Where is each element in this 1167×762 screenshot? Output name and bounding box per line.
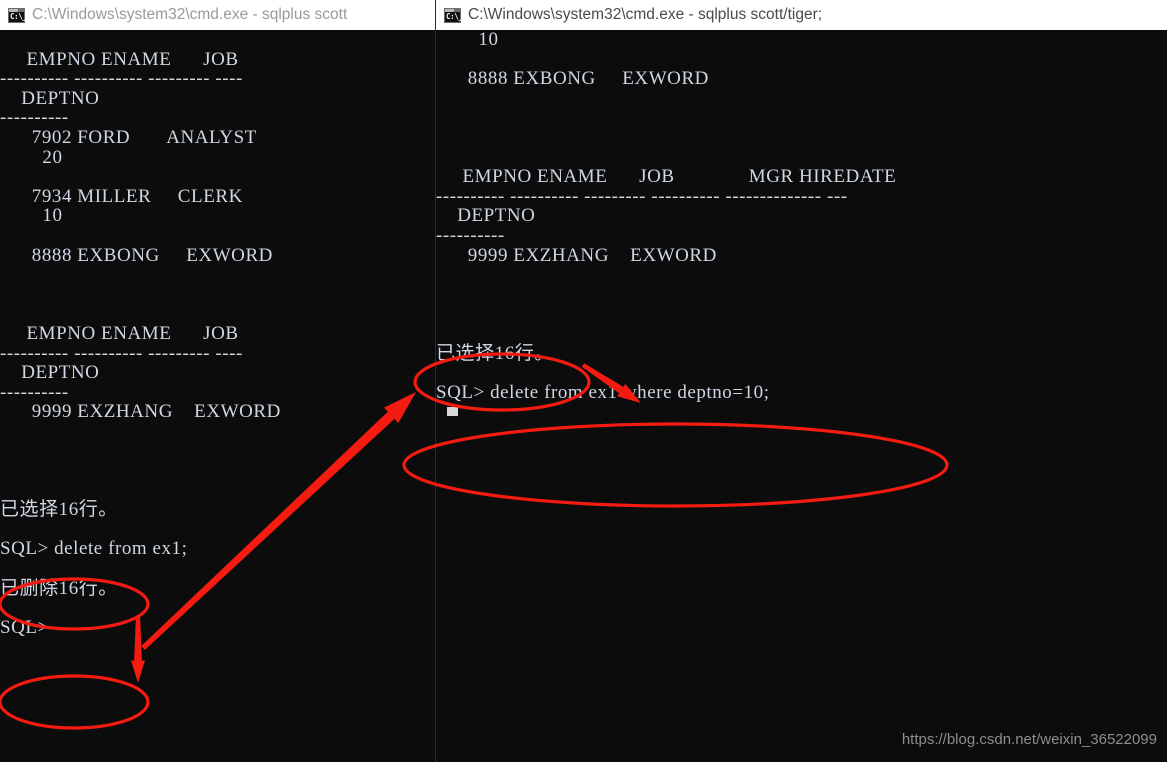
console-left-line: 9999 EXZHANG EXWORD: [0, 401, 281, 423]
console-right-line: [436, 304, 1167, 324]
console-left-line: SQL>: [0, 616, 49, 638]
window-right-cmd[interactable]: C:\_ C:\Windows\system32\cmd.exe - sqlpl…: [435, 0, 1167, 762]
titlebar-left[interactable]: C:\_ C:\Windows\system32\cmd.exe - sqlpl…: [0, 0, 436, 30]
console-right-line: ----------: [436, 224, 505, 246]
console-right-line: [436, 265, 1167, 285]
console-left-line: [0, 598, 436, 618]
console-left-line: 7902 FORD ANALYST: [0, 126, 257, 148]
watermark-url: https://blog.csdn.net/weixin_36522099: [901, 731, 1157, 748]
console-left-line: 10: [0, 205, 63, 227]
console-left-line: DEPTNO: [0, 87, 100, 109]
console-left-line: ----------: [0, 107, 69, 129]
console-right-line: [436, 128, 1167, 148]
console-right-line: DEPTNO: [436, 205, 536, 227]
console-left-line: [0, 441, 436, 461]
console-left-line: 7934 MILLER CLERK: [0, 185, 243, 207]
console-output-left[interactable]: EMPNO ENAME JOB ---------- ---------- ---…: [0, 30, 436, 762]
console-right-line: EMPNO ENAME JOB MGR HIREDATE: [436, 166, 897, 188]
console-right-line: [436, 108, 1167, 128]
console-right-line: 9999 EXZHANG EXWORD: [436, 244, 717, 266]
console-left-line: [0, 167, 436, 187]
terminal-cursor: [446, 407, 458, 417]
console-right-line: 8888 EXBONG EXWORD: [436, 68, 709, 90]
console-left-line: [0, 226, 436, 246]
console-right-line: SQL> delete from ex1 where deptno=10;: [436, 381, 770, 403]
console-left-line: 已删除16行。: [0, 577, 118, 599]
console-left-line: 20: [0, 146, 63, 168]
console-left-line: EMPNO ENAME JOB: [0, 322, 239, 344]
console-left-line: [0, 285, 436, 305]
window-left-cmd[interactable]: C:\_ C:\Windows\system32\cmd.exe - sqlpl…: [0, 0, 436, 762]
console-left-line: 已选择16行。: [0, 499, 118, 521]
console-left-line: [0, 304, 436, 324]
titlebar-right[interactable]: C:\_ C:\Windows\system32\cmd.exe - sqlpl…: [436, 0, 1167, 30]
cmd-icon: C:\_: [444, 7, 463, 23]
console-right-line: ---------- ---------- --------- --------…: [436, 185, 848, 207]
console-left-line: [0, 30, 436, 50]
console-left-line: ---------- ---------- --------- ----: [0, 342, 243, 364]
console-left-line: 8888 EXBONG EXWORD: [0, 244, 273, 266]
console-left-line: [0, 461, 436, 481]
console-right-line: [436, 89, 1167, 109]
console-left-line: [0, 422, 436, 442]
console-left-line: [0, 481, 436, 501]
console-left-line: DEPTNO: [0, 362, 100, 384]
console-right-line: 已选择16行。: [436, 342, 554, 364]
cmd-icon: C:\_: [8, 7, 27, 23]
console-right-line: [436, 50, 1167, 70]
console-left-line: EMPNO ENAME JOB: [0, 48, 239, 70]
console-left-line: SQL> delete from ex1;: [0, 538, 188, 560]
console-right-line: [436, 402, 1167, 422]
console-right-line: 10: [436, 30, 499, 50]
console-right-line: [436, 324, 1167, 344]
console-right-line: [436, 285, 1167, 305]
console-left-line: ----------: [0, 381, 69, 403]
console-left-line: [0, 559, 436, 579]
console-right-line: [436, 363, 1167, 383]
console-right-line: [436, 148, 1167, 168]
console-output-right[interactable]: 10 8888 EXBONG EXWORD EMPNO ENAME JOB MG…: [436, 30, 1167, 762]
window-right-title: C:\Windows\system32\cmd.exe - sqlplus sc…: [468, 6, 823, 23]
console-left-line: [0, 520, 436, 540]
console-left-line: [0, 265, 436, 285]
window-left-title: C:\Windows\system32\cmd.exe - sqlplus sc…: [32, 6, 348, 23]
console-left-line: ---------- ---------- --------- ----: [0, 68, 243, 90]
